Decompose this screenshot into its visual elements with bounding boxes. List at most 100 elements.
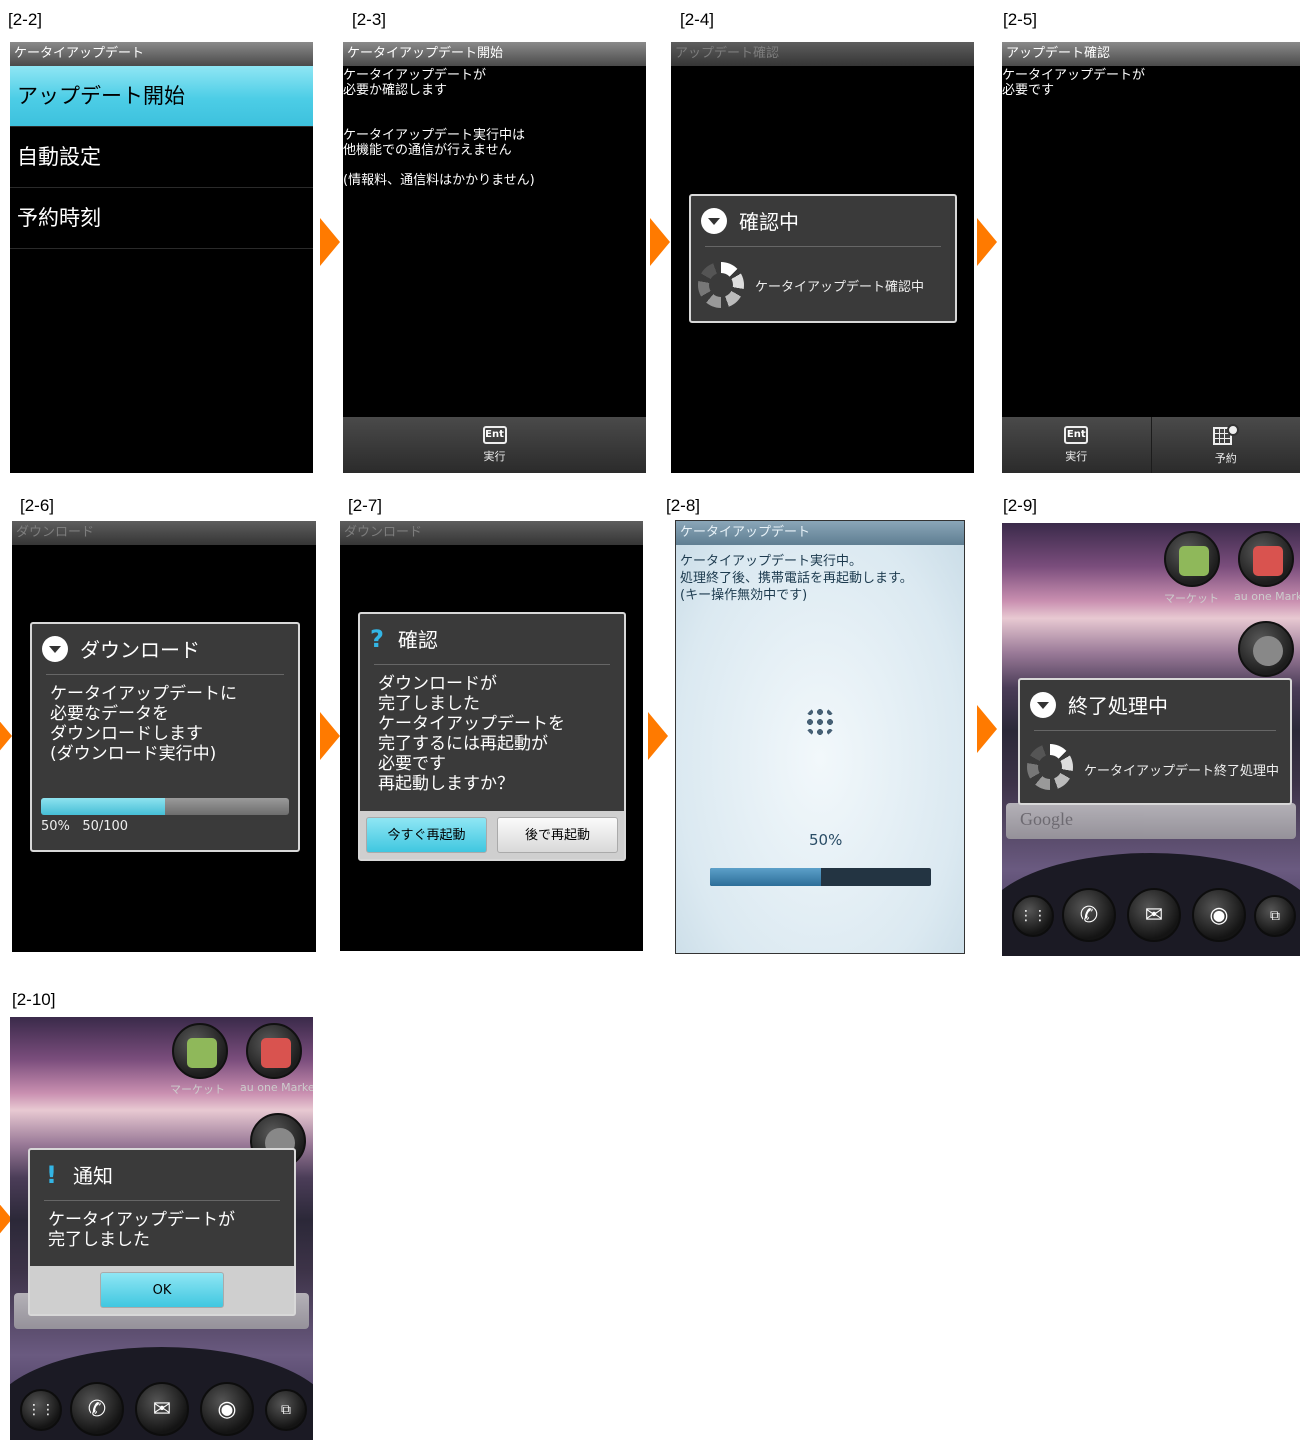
screen-2-5: アップデート確認 ケータイアップデートが 必要です Ent 実行 予約	[1002, 42, 1300, 473]
dialog-title-text: ダウンロード	[80, 638, 200, 662]
dialog-title-text: 確認	[397, 628, 438, 652]
browser-icon[interactable]: ◉	[200, 1382, 254, 1436]
finishing-dialog: 終了処理中 ケータイアップデート終了処理中	[1018, 678, 1292, 805]
progress-fill	[41, 798, 165, 815]
body-text: ケータイアップデートが 必要か確認します ケータイアップデート実行中は 他機能で…	[343, 68, 535, 188]
title-bar: アップデート確認	[1002, 42, 1300, 66]
arrow-right-icon	[320, 218, 340, 266]
reserve-softkey[interactable]: 予約	[1150, 417, 1300, 473]
dialog-title: ダウンロード	[42, 634, 200, 663]
phone-icon[interactable]: ✆	[1062, 888, 1116, 942]
restart-later-button[interactable]: 後で再起動	[497, 817, 618, 853]
execute-softkey[interactable]: Ent 実行	[343, 417, 646, 473]
download-arrow-icon	[701, 207, 727, 234]
restart-now-button[interactable]: 今すぐ再起動	[366, 817, 487, 853]
title-bar: ケータイアップデート	[10, 42, 313, 66]
app-label-market: マーケット	[1164, 592, 1219, 605]
enter-key-icon: Ent	[1064, 426, 1089, 444]
app-drawer-icon[interactable]: ⋮⋮	[1012, 895, 1054, 937]
arrow-right-icon	[977, 218, 997, 266]
arrow-right-icon	[650, 218, 670, 266]
step-label-2-7: [2-7]	[348, 496, 383, 515]
loading-spinner-icon	[805, 707, 835, 737]
menu-item-auto-setting[interactable]: 自動設定	[10, 127, 313, 188]
arrow-right-icon	[648, 712, 668, 760]
app-label-market: マーケット	[170, 1083, 225, 1096]
settings-app-icon[interactable]	[1238, 621, 1294, 677]
dialog-message: ケータイアップデートが 完了しました	[48, 1210, 235, 1250]
dialog-title-text: 終了処理中	[1068, 694, 1168, 718]
softkey-label: 実行	[483, 450, 506, 463]
arrow-right-icon	[977, 705, 997, 753]
divider	[44, 1200, 280, 1201]
dialog-title: 終了処理中	[1030, 690, 1168, 719]
execute-softkey[interactable]: Ent 実行	[1002, 417, 1151, 473]
search-widget-text: Google	[1020, 809, 1073, 829]
title-bar: ケータイアップデート開始	[343, 42, 646, 66]
market-app-icon[interactable]	[172, 1023, 228, 1079]
title-bar: ダウンロード	[12, 521, 316, 545]
multitask-icon[interactable]: ⧉	[265, 1389, 307, 1431]
dialog-message: ダウンロードが 完了しました ケータイアップデートを 完了するには再起動が 必要…	[378, 674, 565, 794]
body-text: ケータイアップデートが 必要です	[1002, 68, 1146, 98]
step-label-2-10: [2-10]	[12, 990, 56, 1009]
divider	[1034, 730, 1276, 731]
phone-icon[interactable]: ✆	[70, 1382, 124, 1436]
google-search-widget[interactable]: Google	[1006, 803, 1296, 839]
softkey-label: 予約	[1214, 452, 1237, 465]
download-progress-bar	[41, 798, 289, 815]
app-drawer-icon[interactable]: ⋮⋮	[20, 1389, 62, 1431]
title-bar: アップデート確認	[671, 42, 974, 66]
multitask-icon[interactable]: ⧉	[1254, 895, 1296, 937]
au-one-market-app-icon[interactable]	[1238, 531, 1294, 587]
step-label-2-6: [2-6]	[20, 496, 55, 515]
confirm-dialog: ? 確認 ダウンロードが 完了しました ケータイアップデートを 完了するには再起…	[358, 612, 626, 861]
title-bar: ケータイアップデート	[676, 521, 964, 545]
arrow-right-icon	[320, 712, 340, 760]
dialog-title: ! 通知	[40, 1160, 113, 1189]
screen-2-4: アップデート確認 確認中 ケータイアップデート確認中	[671, 42, 974, 473]
exclamation-icon: !	[46, 1160, 57, 1189]
divider	[705, 246, 941, 247]
divider	[46, 674, 284, 675]
question-icon: ?	[370, 624, 384, 653]
step-label-2-9: [2-9]	[1003, 496, 1038, 515]
dialog-message: ケータイアップデート終了処理中	[1084, 764, 1280, 779]
dialog-message: ケータイアップデート確認中	[755, 280, 925, 295]
screen-2-6: ダウンロード ダウンロード ケータイアップデートに 必要なデータを ダウンロード…	[12, 521, 316, 952]
step-label-2-2: [2-2]	[8, 10, 43, 29]
arrow-right-icon	[0, 712, 12, 760]
mail-icon[interactable]: ✉	[1127, 888, 1181, 942]
dialog-title: 確認中	[701, 206, 799, 235]
screen-2-9: マーケット au one Market Google 終了処理中 ケータイアップ…	[1002, 523, 1300, 956]
dialog-title-text: 確認中	[739, 210, 799, 234]
screen-2-7: ダウンロード ? 確認 ダウンロードが 完了しました ケータイアップデートを 完…	[340, 521, 643, 951]
download-dialog: ダウンロード ケータイアップデートに 必要なデータを ダウンロードします (ダウ…	[30, 622, 300, 852]
screen-2-2: ケータイアップデート アップデート開始 自動設定 予約時刻	[10, 42, 313, 473]
progress-count: 50/100	[82, 819, 129, 834]
notice-dialog: ! 通知 ケータイアップデートが 完了しました OK	[28, 1148, 296, 1316]
screen-2-10: マーケット au one Market ! 通知 ケータイアップデートが 完了し…	[10, 1017, 313, 1440]
step-label-2-3: [2-3]	[352, 10, 387, 29]
progress-readout: 50% 50/100	[41, 819, 128, 834]
progress-percent: 50%	[41, 819, 70, 834]
browser-icon[interactable]: ◉	[1192, 888, 1246, 942]
ok-button[interactable]: OK	[100, 1272, 224, 1308]
au-one-market-app-icon[interactable]	[246, 1023, 302, 1079]
menu-item-update-start[interactable]: アップデート開始	[10, 66, 313, 127]
softkey-bar: Ent 実行 予約	[1002, 417, 1300, 473]
market-app-icon[interactable]	[1164, 531, 1220, 587]
app-label-au-one-market: au one Market	[240, 1081, 313, 1094]
update-progress-bar	[710, 868, 931, 886]
title-bar: ダウンロード	[340, 521, 643, 545]
calendar-clock-icon	[1212, 424, 1239, 446]
checking-dialog: 確認中 ケータイアップデート確認中	[689, 194, 957, 323]
menu-item-scheduled-time[interactable]: 予約時刻	[10, 188, 313, 249]
loading-spinner-icon	[698, 262, 744, 308]
step-label-2-5: [2-5]	[1003, 10, 1038, 29]
dialog-title-text: 通知	[72, 1164, 113, 1188]
step-label-2-4: [2-4]	[680, 10, 715, 29]
download-arrow-icon	[1030, 691, 1056, 718]
screen-2-3: ケータイアップデート開始 ケータイアップデートが 必要か確認します ケータイアッ…	[343, 42, 646, 473]
mail-icon[interactable]: ✉	[135, 1382, 189, 1436]
